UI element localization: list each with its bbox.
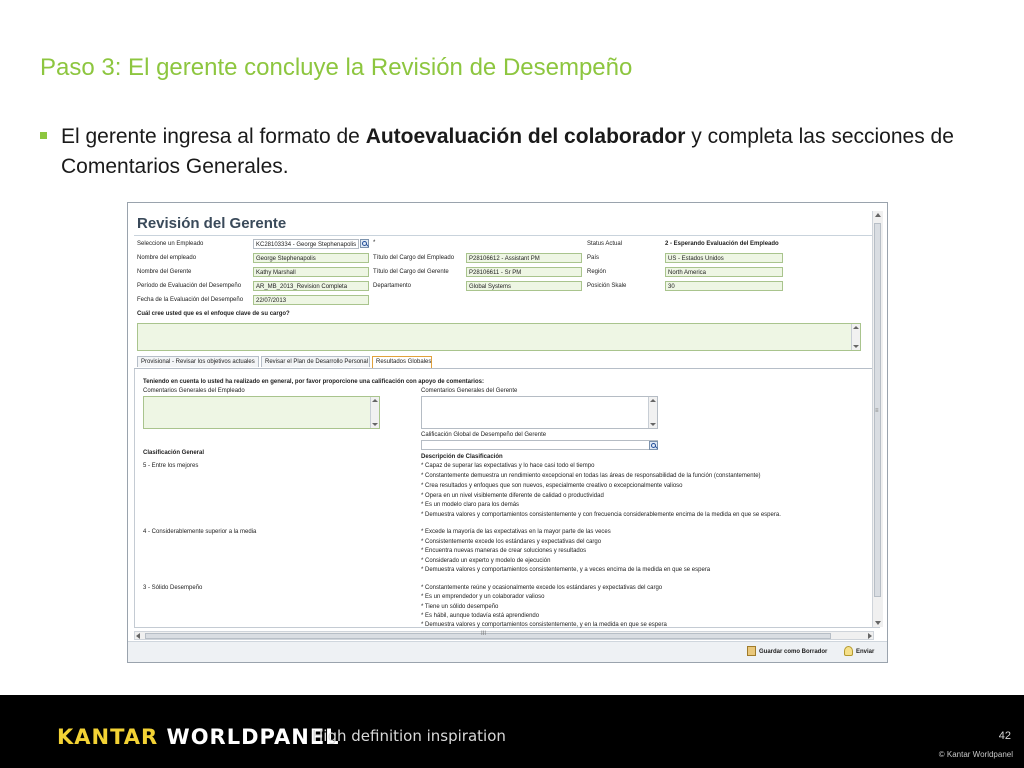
- form-vertical-scrollbar[interactable]: ≡: [872, 211, 883, 627]
- level-5-item: * Constantemente demuestra un rendimient…: [421, 473, 761, 479]
- level-4-item: * Excede la mayoría de las expectativas …: [421, 529, 611, 535]
- department-field[interactable]: Global Systems: [466, 281, 582, 291]
- global-results-panel: Teniendo en cuenta lo usted ha realizado…: [134, 369, 880, 628]
- required-mark: *: [373, 240, 376, 246]
- region-label: Región: [587, 269, 607, 275]
- level-4-item: * Encuentra nuevas maneras de crear solu…: [421, 548, 587, 554]
- level-4-label: 4 - Considerablemente superior a la medi…: [143, 529, 257, 535]
- bullet-text-bold: Autoevaluación del colaborador: [365, 125, 686, 148]
- level-4-item: * Demuestra valores y comportamientos co…: [421, 567, 711, 573]
- scroll-right-arrow-icon[interactable]: [868, 633, 872, 639]
- employee-select-input[interactable]: KC28103334 - George Stephenapolis: [253, 239, 359, 249]
- country-label: País: [587, 255, 600, 261]
- employee-job-title-field[interactable]: P28106612 - Assistant PM: [466, 253, 582, 263]
- scroll-up-arrow-icon[interactable]: [875, 213, 881, 217]
- hscroll-grip-icon: III: [481, 631, 487, 637]
- save-draft-button[interactable]: Guardar como Borrador: [747, 646, 827, 658]
- employee-search-icon[interactable]: [360, 239, 369, 248]
- logo-kantar: KANTAR: [57, 725, 167, 749]
- save-draft-label: Guardar como Borrador: [759, 649, 828, 655]
- status-value: 2 - Esperando Evaluación del Empleado: [665, 241, 779, 247]
- manager-name-field[interactable]: Kathy Marshall: [253, 267, 369, 277]
- send-icon: [844, 646, 853, 657]
- level-3-item: * Es un emprendedor y un colaborador val…: [421, 594, 545, 600]
- manager-comments-label: Comentarios Generales del Gerente: [421, 388, 518, 394]
- tab-global-results[interactable]: Resultados Globales: [372, 356, 432, 368]
- form-horizontal-scrollbar[interactable]: III: [134, 631, 874, 640]
- level-5-item: * Demuestra valores y comportamientos co…: [421, 512, 781, 518]
- employee-name-field[interactable]: George Stephenapolis: [253, 253, 369, 263]
- page-number: 42: [998, 730, 1011, 742]
- title-divider: [134, 235, 874, 236]
- manager-job-title-field[interactable]: P28106611 - Sr PM: [466, 267, 582, 277]
- description-header: Descripción de Clasificación: [421, 454, 503, 460]
- bullet-point: El gerente ingresa al formato de Autoeva…: [40, 122, 990, 182]
- key-focus-question: Cuál cree usted que es el enfoque clave …: [137, 311, 290, 317]
- level-5-label: 5 - Entre los mejores: [143, 463, 199, 469]
- employee-name-label: Nombre del empleado: [137, 255, 197, 261]
- overall-rating-input[interactable]: [421, 440, 658, 450]
- level-3-item: * Demuestra valores y comportamientos co…: [421, 622, 667, 628]
- level-3-item: * Constantemente reúne y ocasionalmente …: [421, 585, 663, 591]
- copyright: © Kantar Worldpanel: [938, 750, 1013, 759]
- manager-name-label: Nombre del Gerente: [137, 269, 192, 275]
- manager-job-title-label: Título del Cargo del Gerente: [373, 269, 449, 275]
- period-label: Período de Evaluación del Desempeño: [137, 283, 242, 289]
- eval-date-label: Fecha de la Evaluación del Desempeño: [137, 297, 244, 303]
- level-4-item: * Considerado un experto y modelo de eje…: [421, 558, 551, 564]
- level-3-item: * Es hábil, aunque todavía está aprendie…: [421, 613, 540, 619]
- overall-rating-search-icon[interactable]: [649, 441, 658, 450]
- level-5-item: * Crea resultados y enfoques que son nue…: [421, 483, 683, 489]
- tagline: High definition inspiration: [312, 727, 506, 745]
- tab-provisional-objectives[interactable]: Provisional - Revisar los objetivos actu…: [137, 356, 259, 367]
- employee-comments-scrollbar[interactable]: [370, 397, 379, 428]
- key-focus-scrollbar[interactable]: [851, 324, 860, 350]
- panel-intro: Teniendo en cuenta lo usted ha realizado…: [143, 379, 484, 385]
- scroll-down-arrow-icon[interactable]: [875, 621, 881, 625]
- level-4-item: * Consistentemente excede los estándares…: [421, 539, 602, 545]
- level-5-item: * Opera en un nivel visiblemente diferen…: [421, 493, 604, 499]
- period-field[interactable]: AR_MB_2013_Revision Completa: [253, 281, 369, 291]
- overall-rating-label: Calificación Global de Desempeño del Ger…: [421, 432, 547, 438]
- manager-review-screenshot: Revisión del Gerente Seleccione un Emple…: [127, 202, 888, 663]
- bullet-marker: [40, 132, 47, 139]
- send-button[interactable]: Enviar: [844, 646, 874, 658]
- slide-title: Paso 3: El gerente concluye la Revisión …: [40, 54, 633, 81]
- employee-comments-label: Comentarios Generales del Empleado: [143, 388, 245, 394]
- scroll-left-arrow-icon[interactable]: [136, 633, 140, 639]
- manager-comments-scrollbar[interactable]: [648, 397, 657, 428]
- kantar-worldpanel-logo: KANTAR WORLDPANEL: [57, 725, 340, 749]
- hscroll-thumb[interactable]: [145, 633, 831, 639]
- level-3-label: 3 - Sólido Desempeño: [143, 585, 203, 591]
- level-5-item: * Capaz de superar las expectativas y lo…: [421, 463, 595, 469]
- position-scale-label: Posición Skale: [587, 283, 627, 289]
- position-scale-field[interactable]: 30: [665, 281, 783, 291]
- send-label: Enviar: [856, 649, 875, 655]
- classification-header: Clasificación General: [143, 450, 205, 456]
- region-field[interactable]: North America: [665, 267, 783, 277]
- employee-select-label: Seleccione un Empleado: [137, 241, 204, 247]
- level-5-item: * Es un modelo claro para los demás: [421, 502, 520, 508]
- country-field[interactable]: US - Estados Unidos: [665, 253, 783, 263]
- status-label: Status Actual: [587, 241, 623, 247]
- tab-development-plan[interactable]: Revisar el Plan de Desarrollo Personal: [261, 356, 370, 367]
- employee-comments-textarea[interactable]: [143, 396, 380, 429]
- manager-comments-textarea[interactable]: [421, 396, 658, 429]
- department-label: Departamento: [373, 283, 412, 289]
- form-title: Revisión del Gerente: [137, 215, 287, 232]
- form-action-bar: Guardar como Borrador Enviar: [128, 641, 887, 662]
- employee-job-title-label: Título del Cargo del Empleado: [373, 255, 455, 261]
- key-focus-textarea[interactable]: [137, 323, 861, 351]
- save-draft-icon: [747, 646, 756, 657]
- bullet-text: El gerente ingresa al formato de Autoeva…: [61, 122, 990, 182]
- level-3-item: * Tiene un sólido desempeño: [421, 604, 499, 610]
- scroll-grip-icon: ≡: [875, 408, 879, 414]
- bullet-text-before: El gerente ingresa al formato de: [61, 125, 366, 148]
- eval-date-field[interactable]: 22/07/2013: [253, 295, 369, 305]
